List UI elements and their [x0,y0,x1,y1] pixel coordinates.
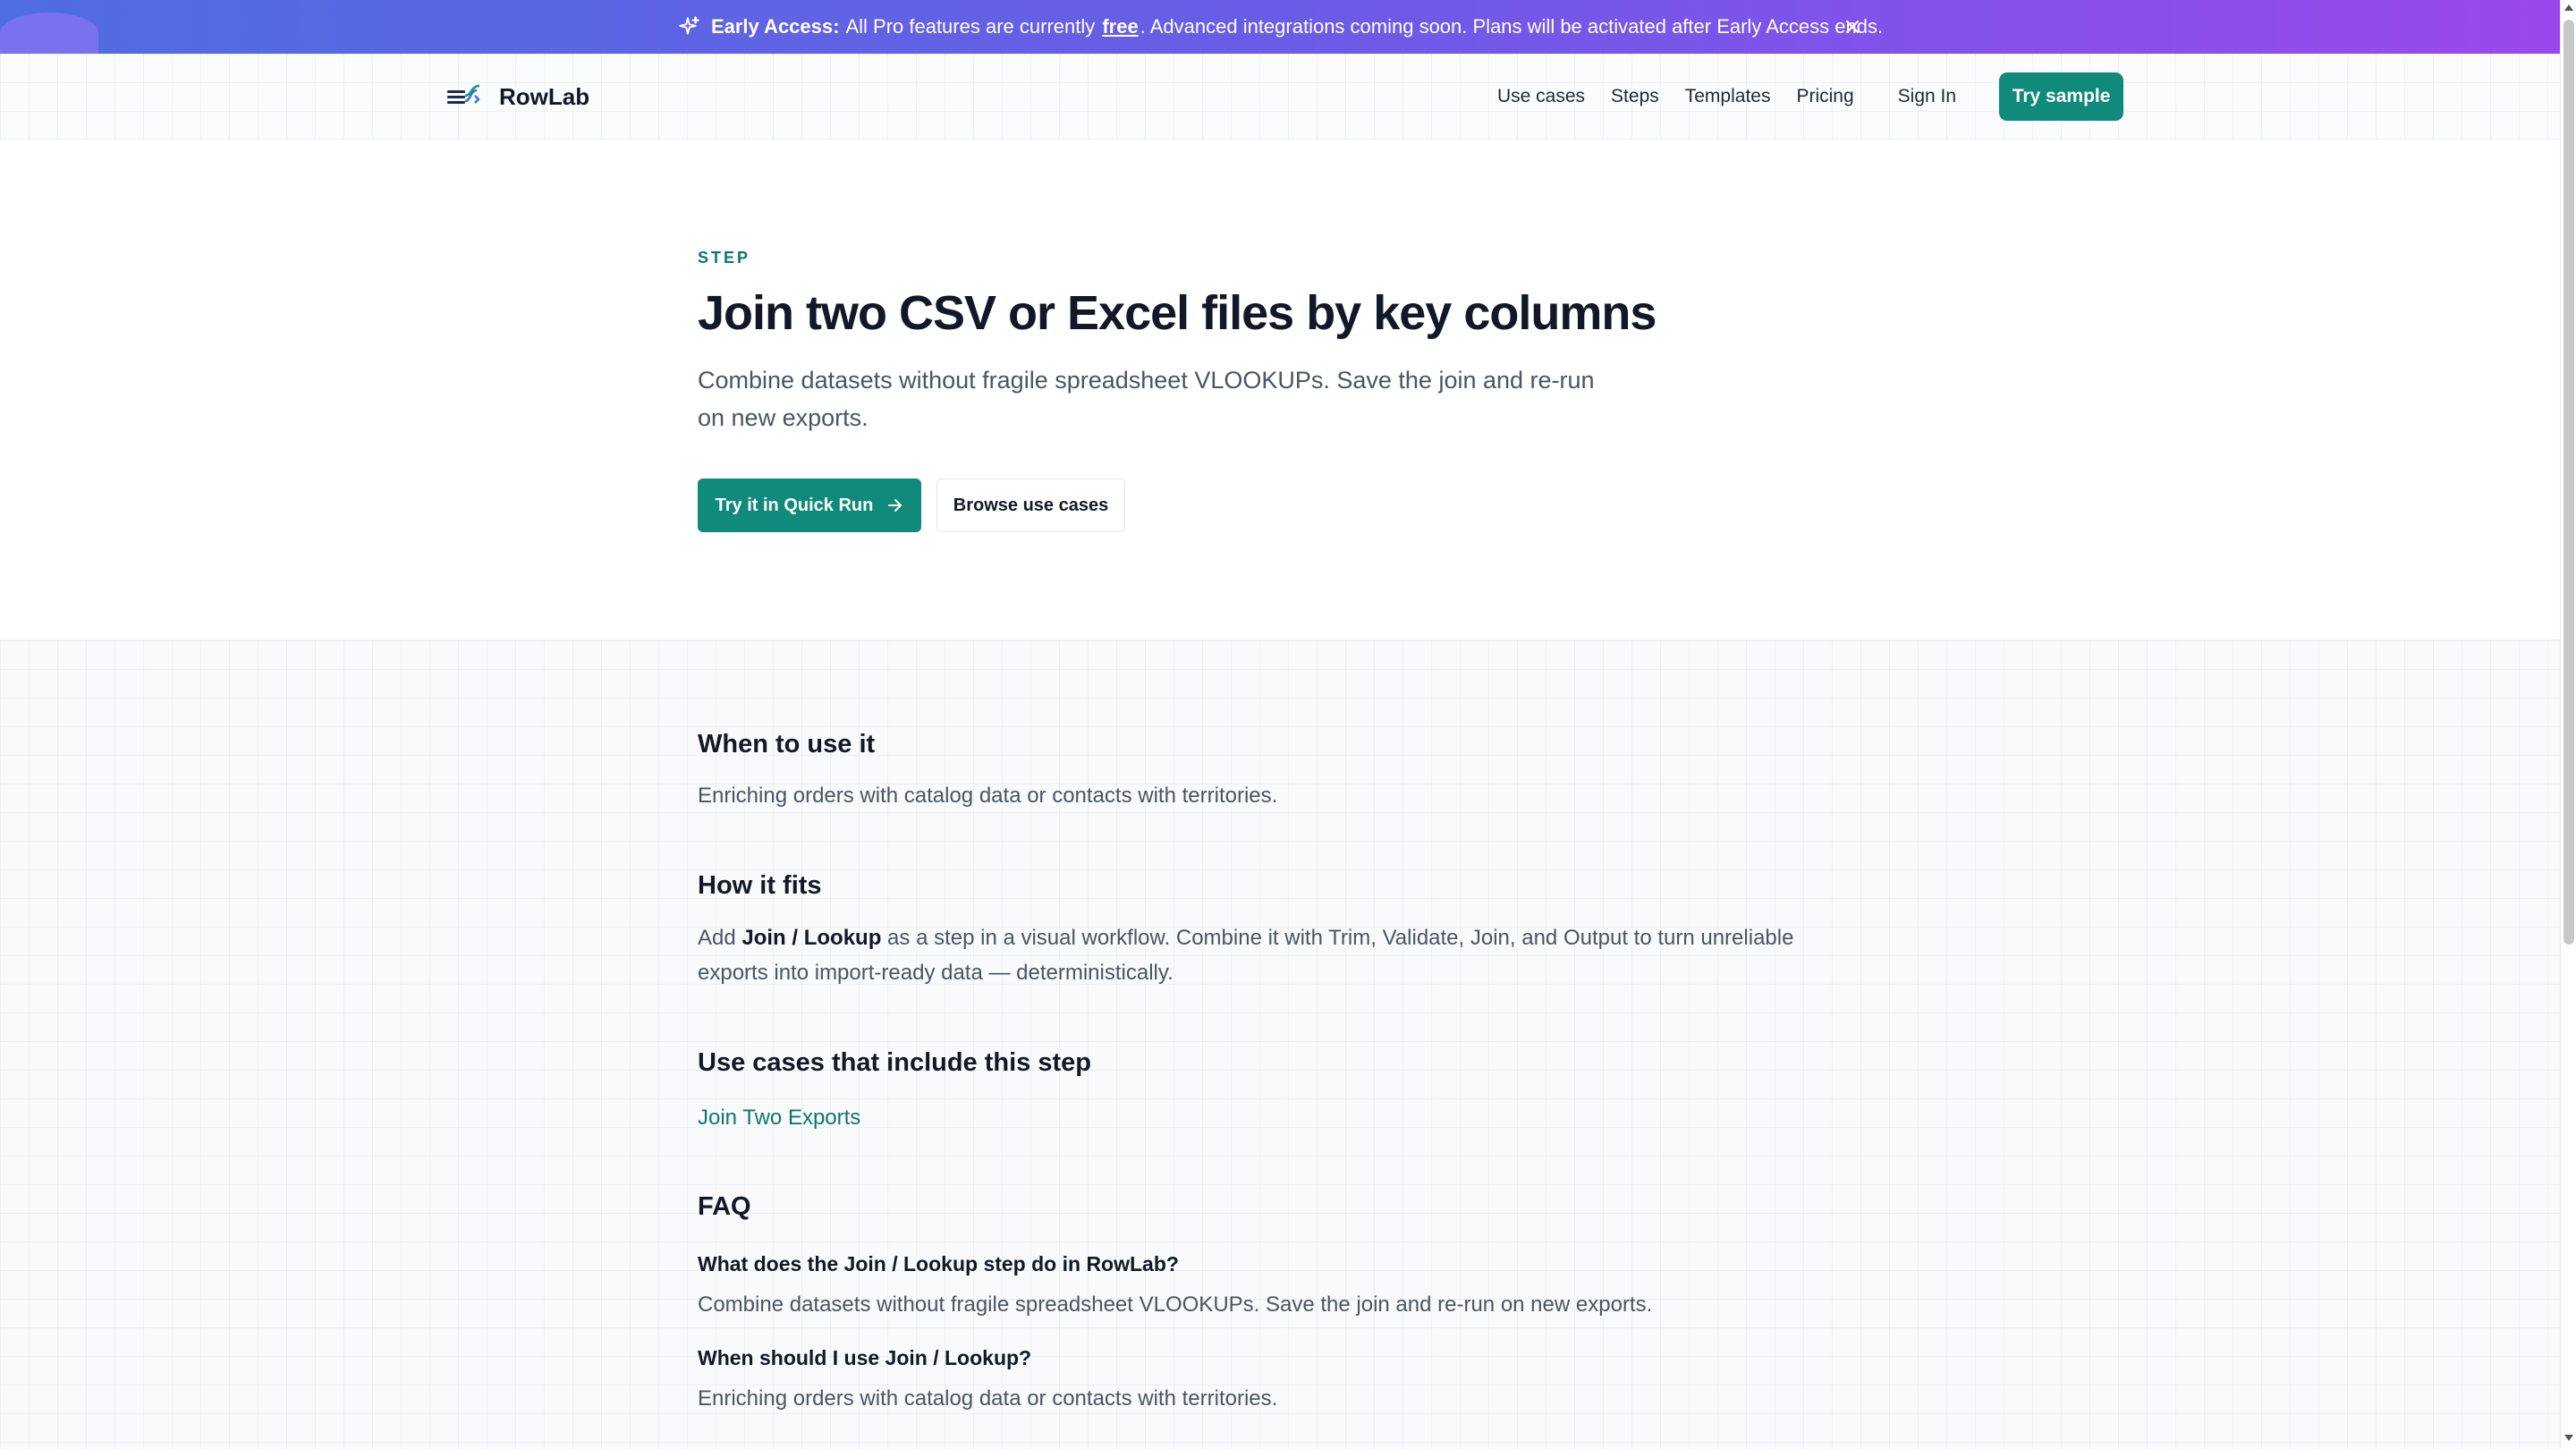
try-quick-run-label: Try it in Quick Run [715,495,874,515]
browse-use-cases-button[interactable]: Browse use cases [936,479,1125,532]
announcement-banner: Early Access: All Pro features are curre… [0,0,2560,54]
scroll-up-arrow-icon[interactable] [2564,4,2573,11]
hero-section: STEP Join two CSV or Excel files by key … [0,140,2560,640]
brand-name: RowLab [499,82,590,110]
nav-templates[interactable]: Templates [1685,86,1771,107]
step-eyebrow: STEP [698,249,751,267]
nav-steps[interactable]: Steps [1611,86,1659,107]
sparkle-icon [679,16,699,35]
try-quick-run-button[interactable]: Try it in Quick Run [698,479,921,532]
nav-pricing[interactable]: Pricing [1796,86,1853,107]
hero-subtitle: Combine datasets without fragile spreads… [698,367,1595,431]
sign-in-link[interactable]: Sign In [1898,86,1956,107]
when-to-use-heading: When to use it [698,730,876,758]
scroll-down-arrow-icon[interactable] [2564,1435,2573,1441]
banner-text-before: All Pro features are currently [845,15,1096,38]
logo-link[interactable]: RowLab [447,75,589,118]
close-banner-button[interactable] [1840,14,1865,39]
use-case-link-join-two-exports[interactable]: Join Two Exports [698,1106,860,1131]
banner-free-link[interactable]: free [1102,15,1138,38]
arrow-right-icon [888,499,902,512]
decorative-blob [0,13,98,54]
faq-answer: Enriching orders with catalog data or co… [698,1386,1278,1411]
fits-before: Add [698,926,736,950]
faq-question: When should I use Join / Lookup? [698,1346,1032,1369]
page-scrollbar[interactable] [2560,0,2576,1449]
close-icon [1845,20,1860,34]
when-to-use-text: Enriching orders with catalog data or co… [698,784,1278,808]
how-it-fits-heading: How it fits [698,871,822,900]
fits-step-name: Join / Lookup [741,926,882,950]
nav-use-cases[interactable]: Use cases [1497,86,1585,107]
use-cases-heading: Use cases that include this step [698,1048,1091,1077]
rowlab-logo-icon [447,84,480,104]
faq-question: What does the Join / Lookup step do in R… [698,1252,1179,1275]
site-header: RowLab Use cases Steps Templates Pricing… [0,54,2560,140]
scrollbar-thumb[interactable] [2563,20,2574,945]
banner-lead: Early Access: [710,15,840,38]
page-title: Join two CSV or Excel files by key colum… [698,286,1657,340]
try-sample-button[interactable]: Try sample [1999,72,2124,121]
faq-heading: FAQ [698,1192,751,1221]
how-it-fits-text: Add Join / Lookup as a step in a visual … [698,920,1869,990]
main-nav: Use cases Steps Templates Pricing Sign I… [1497,72,2124,121]
content-section: When to use it Enriching orders with cat… [0,640,2560,1449]
faq-answer: Combine datasets without fragile spreads… [698,1292,1653,1317]
banner-text-after: . Advanced integrations coming soon. Pla… [1140,15,1884,38]
